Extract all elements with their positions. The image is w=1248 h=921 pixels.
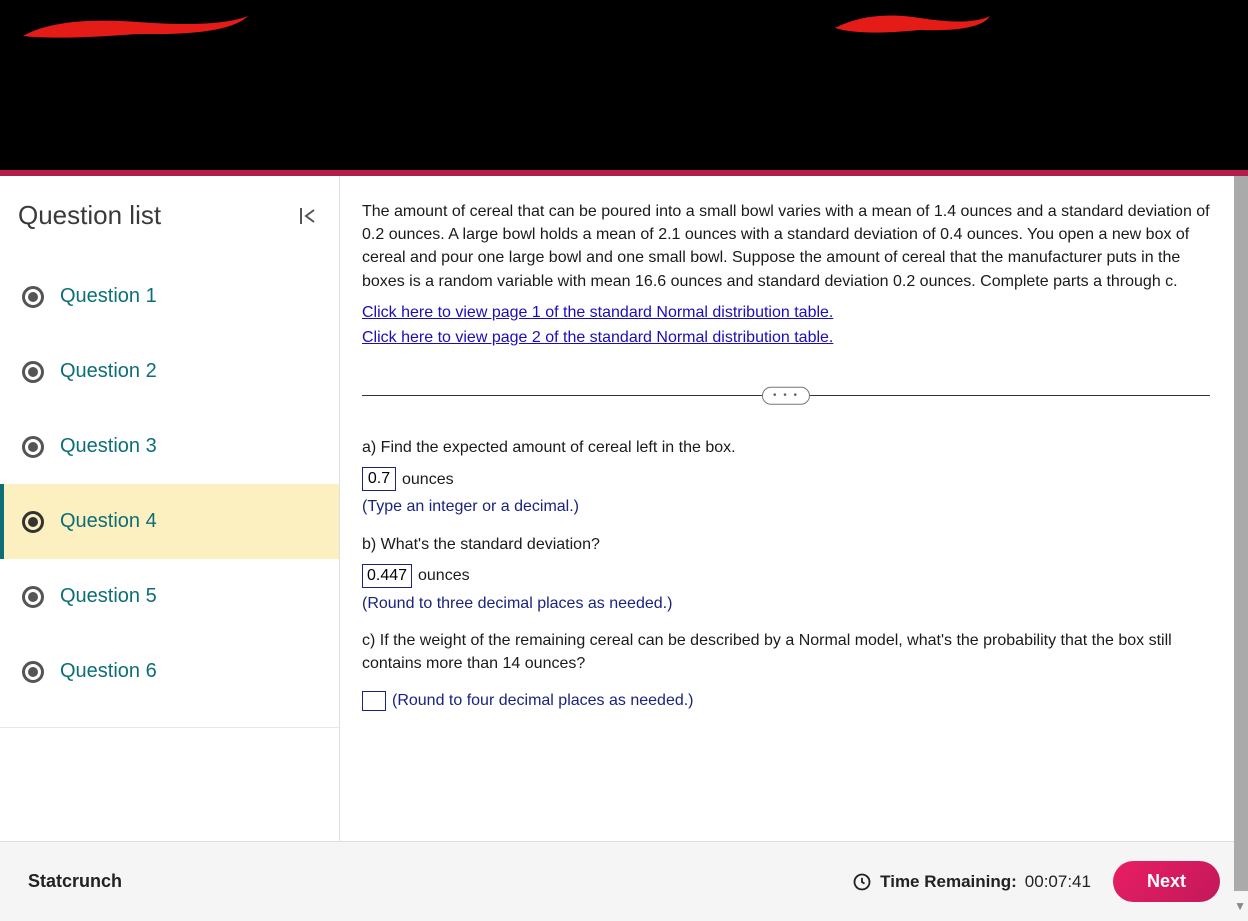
question-item-3[interactable]: Question 3 (0, 409, 339, 484)
clock-icon (852, 872, 872, 892)
part-b-prompt: b) What's the standard deviation? (362, 533, 1210, 556)
part-c-prompt: c) If the weight of the remaining cereal… (362, 629, 1210, 675)
content-divider: • • • (362, 395, 1210, 396)
radio-icon (22, 586, 44, 608)
radio-icon (22, 436, 44, 458)
part-c: c) If the weight of the remaining cereal… (362, 629, 1210, 713)
question-item-label: Question 5 (60, 585, 157, 608)
redaction-mark-left (18, 8, 258, 48)
question-item-5[interactable]: Question 5 (0, 559, 339, 634)
part-a-unit: ounces (402, 468, 454, 491)
sidebar-header: Question list (0, 176, 339, 259)
question-list: Question 1 Question 2 Question 3 Question 4… (0, 259, 339, 709)
scrollbar[interactable] (1234, 176, 1248, 891)
radio-icon (22, 661, 44, 683)
sidebar: Question list Question 1Question 2Questi… (0, 176, 340, 841)
table-link-2[interactable]: Click here to view page 2 of the standar… (362, 326, 1210, 349)
part-b-input[interactable] (362, 564, 412, 588)
question-content: The amount of cereal that can be poured … (340, 176, 1232, 841)
part-a-input[interactable] (362, 467, 396, 491)
question-item-4[interactable]: Question 4 (0, 484, 339, 559)
part-b-hint: (Round to three decimal places as needed… (362, 592, 1210, 615)
radio-icon (22, 286, 44, 308)
table-link-1[interactable]: Click here to view page 1 of the standar… (362, 301, 1210, 324)
question-item-1[interactable]: Question 1 (0, 259, 339, 334)
time-value: 00:07:41 (1025, 872, 1091, 892)
part-a: a) Find the expected amount of cereal le… (362, 436, 1210, 518)
part-a-prompt: a) Find the expected amount of cereal le… (362, 436, 1210, 459)
question-intro: The amount of cereal that can be poured … (362, 200, 1210, 293)
sidebar-divider (0, 727, 339, 728)
radio-icon (22, 511, 44, 533)
ellipsis-icon[interactable]: • • • (762, 386, 810, 405)
time-label: Time Remaining: (880, 872, 1017, 892)
question-item-6[interactable]: Question 6 (0, 634, 339, 709)
part-b: b) What's the standard deviation? ounces… (362, 533, 1210, 615)
redaction-mark-right (830, 6, 1000, 42)
collapse-sidebar-icon[interactable] (295, 203, 321, 229)
next-button[interactable]: Next (1113, 861, 1220, 902)
question-item-label: Question 4 (60, 510, 157, 533)
part-c-hint: (Round to four decimal places as needed.… (392, 689, 694, 712)
sidebar-title: Question list (18, 200, 161, 231)
scroll-down-icon[interactable]: ▼ (1234, 899, 1246, 913)
question-item-label: Question 1 (60, 285, 157, 308)
time-remaining: Time Remaining: 00:07:41 (852, 872, 1091, 892)
footer: Statcrunch Time Remaining: 00:07:41 Next (0, 841, 1248, 921)
part-c-input[interactable] (362, 691, 386, 711)
question-item-label: Question 3 (60, 435, 157, 458)
part-a-hint: (Type an integer or a decimal.) (362, 495, 1210, 518)
question-item-2[interactable]: Question 2 (0, 334, 339, 409)
question-item-label: Question 6 (60, 660, 157, 683)
question-item-label: Question 2 (60, 360, 157, 383)
top-banner (0, 0, 1248, 170)
part-b-unit: ounces (418, 564, 470, 587)
radio-icon (22, 361, 44, 383)
statcrunch-button[interactable]: Statcrunch (28, 871, 122, 892)
main-area: Question list Question 1Question 2Questi… (0, 176, 1248, 921)
